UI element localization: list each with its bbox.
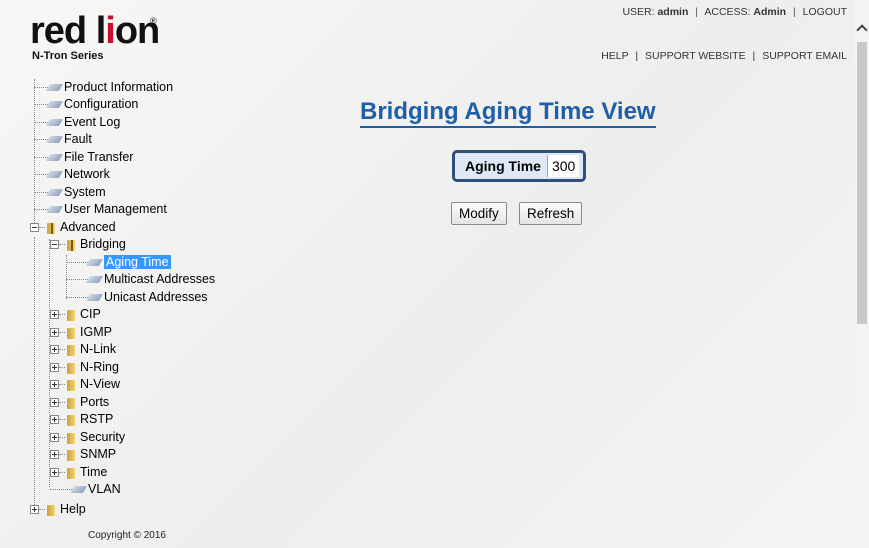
tree-item-n-view[interactable]: N-View [50, 376, 120, 393]
expand-toggle-icon[interactable] [30, 505, 39, 514]
expand-toggle-icon[interactable] [50, 310, 59, 319]
access-value: Admin [753, 6, 787, 18]
expand-toggle-icon[interactable] [50, 433, 59, 442]
tree-item-unicast-addresses[interactable]: Unicast Addresses [66, 289, 208, 306]
tree-item-multicast-addresses[interactable]: Multicast Addresses [66, 271, 215, 288]
folder-icon [47, 504, 56, 516]
page-icon [48, 83, 62, 93]
tree-item-user-management[interactable]: User Management [34, 201, 167, 218]
page-icon [48, 205, 62, 215]
page-icon [48, 153, 62, 163]
support-website-link[interactable]: SUPPORT WEBSITE [645, 50, 746, 62]
folder-icon [67, 397, 76, 409]
tree-item-igmp[interactable]: IGMP [50, 324, 112, 341]
folder-open-icon [67, 239, 76, 251]
tree-item-system[interactable]: System [34, 184, 106, 201]
expand-toggle-icon[interactable] [50, 398, 59, 407]
help-link[interactable]: HELP [601, 50, 628, 62]
access-label: ACCESS: [704, 6, 751, 18]
aging-time-value: 300 [546, 155, 580, 177]
page-icon [48, 118, 62, 128]
tree-item-configuration[interactable]: Configuration [34, 96, 138, 113]
user-value: admin [657, 6, 689, 18]
page-icon [48, 135, 62, 145]
logo-wordmark: red lion [30, 10, 160, 52]
logo-registered-mark: ® [150, 16, 157, 26]
folder-icon [67, 432, 76, 444]
tree-item-rstp[interactable]: RSTP [50, 411, 113, 428]
help-bar: HELP | SUPPORT WEBSITE | SUPPORT EMAIL [601, 50, 847, 62]
page-icon [48, 188, 62, 198]
tree-item-help[interactable]: Help [30, 501, 86, 518]
copyright-text: Copyright © 2016 [88, 530, 166, 541]
expand-toggle-icon[interactable] [50, 363, 59, 372]
tree-item-network[interactable]: Network [34, 166, 110, 183]
tree-item-ports[interactable]: Ports [50, 394, 109, 411]
tree-item-product-information[interactable]: Product Information [34, 79, 173, 96]
collapse-toggle-icon[interactable] [50, 240, 59, 249]
logout-link[interactable]: LOGOUT [803, 6, 847, 18]
expand-toggle-icon[interactable] [50, 415, 59, 424]
refresh-button[interactable]: Refresh [519, 202, 583, 225]
tree-item-advanced[interactable]: Advanced [30, 219, 116, 236]
modify-button[interactable]: Modify [451, 202, 507, 225]
folder-icon [67, 467, 76, 479]
user-label: USER: [622, 6, 655, 18]
expand-toggle-icon[interactable] [50, 468, 59, 477]
tree-item-n-link[interactable]: N-Link [50, 341, 116, 358]
expand-toggle-icon[interactable] [50, 328, 59, 337]
folder-icon [67, 309, 76, 321]
expand-toggle-icon[interactable] [50, 450, 59, 459]
expand-toggle-icon[interactable] [50, 345, 59, 354]
folder-icon [67, 344, 76, 356]
folder-icon [67, 449, 76, 461]
page-icon [48, 170, 62, 180]
tree-item-security[interactable]: Security [50, 429, 125, 446]
page-icon [88, 275, 102, 285]
expand-toggle-icon[interactable] [50, 380, 59, 389]
page-icon [88, 293, 102, 303]
folder-icon [67, 327, 76, 339]
vertical-scrollbar[interactable] [855, 0, 869, 548]
tree-item-aging-time[interactable]: Aging Time [66, 254, 171, 271]
page-title: Bridging Aging Time View [360, 98, 656, 128]
tree-item-vlan[interactable]: VLAN [50, 481, 121, 498]
tree-item-event-log[interactable]: Event Log [34, 114, 120, 131]
scrollbar-thumb[interactable] [857, 42, 867, 324]
scroll-up-arrow-icon[interactable] [856, 2, 868, 30]
logo-subtitle: N-Tron Series [32, 50, 104, 62]
tree-item-fault[interactable]: Fault [34, 131, 92, 148]
folder-icon [67, 379, 76, 391]
folder-icon [67, 414, 76, 426]
page-icon [88, 258, 102, 268]
folder-open-icon [47, 222, 56, 234]
main-frame: red lion ® N-Tron Series USER: admin | A… [0, 0, 856, 548]
aging-time-display: Aging Time 300 [452, 150, 587, 182]
tree-item-time[interactable]: Time [50, 464, 107, 481]
folder-icon [67, 362, 76, 374]
tree-item-cip[interactable]: CIP [50, 306, 101, 323]
tree-item-bridging[interactable]: Bridging [50, 236, 126, 253]
red-lion-logo: red lion ® N-Tron Series [30, 10, 170, 64]
user-bar: USER: admin | ACCESS: Admin | LOGOUT [622, 6, 847, 18]
collapse-toggle-icon[interactable] [30, 223, 39, 232]
page-icon [72, 485, 86, 495]
tree-item-snmp[interactable]: SNMP [50, 446, 116, 463]
tree-item-n-ring[interactable]: N-Ring [50, 359, 119, 376]
aging-time-label: Aging Time [465, 158, 541, 174]
tree-item-file-transfer[interactable]: File Transfer [34, 149, 133, 166]
page-icon [48, 100, 62, 110]
support-email-link[interactable]: SUPPORT EMAIL [762, 50, 847, 62]
